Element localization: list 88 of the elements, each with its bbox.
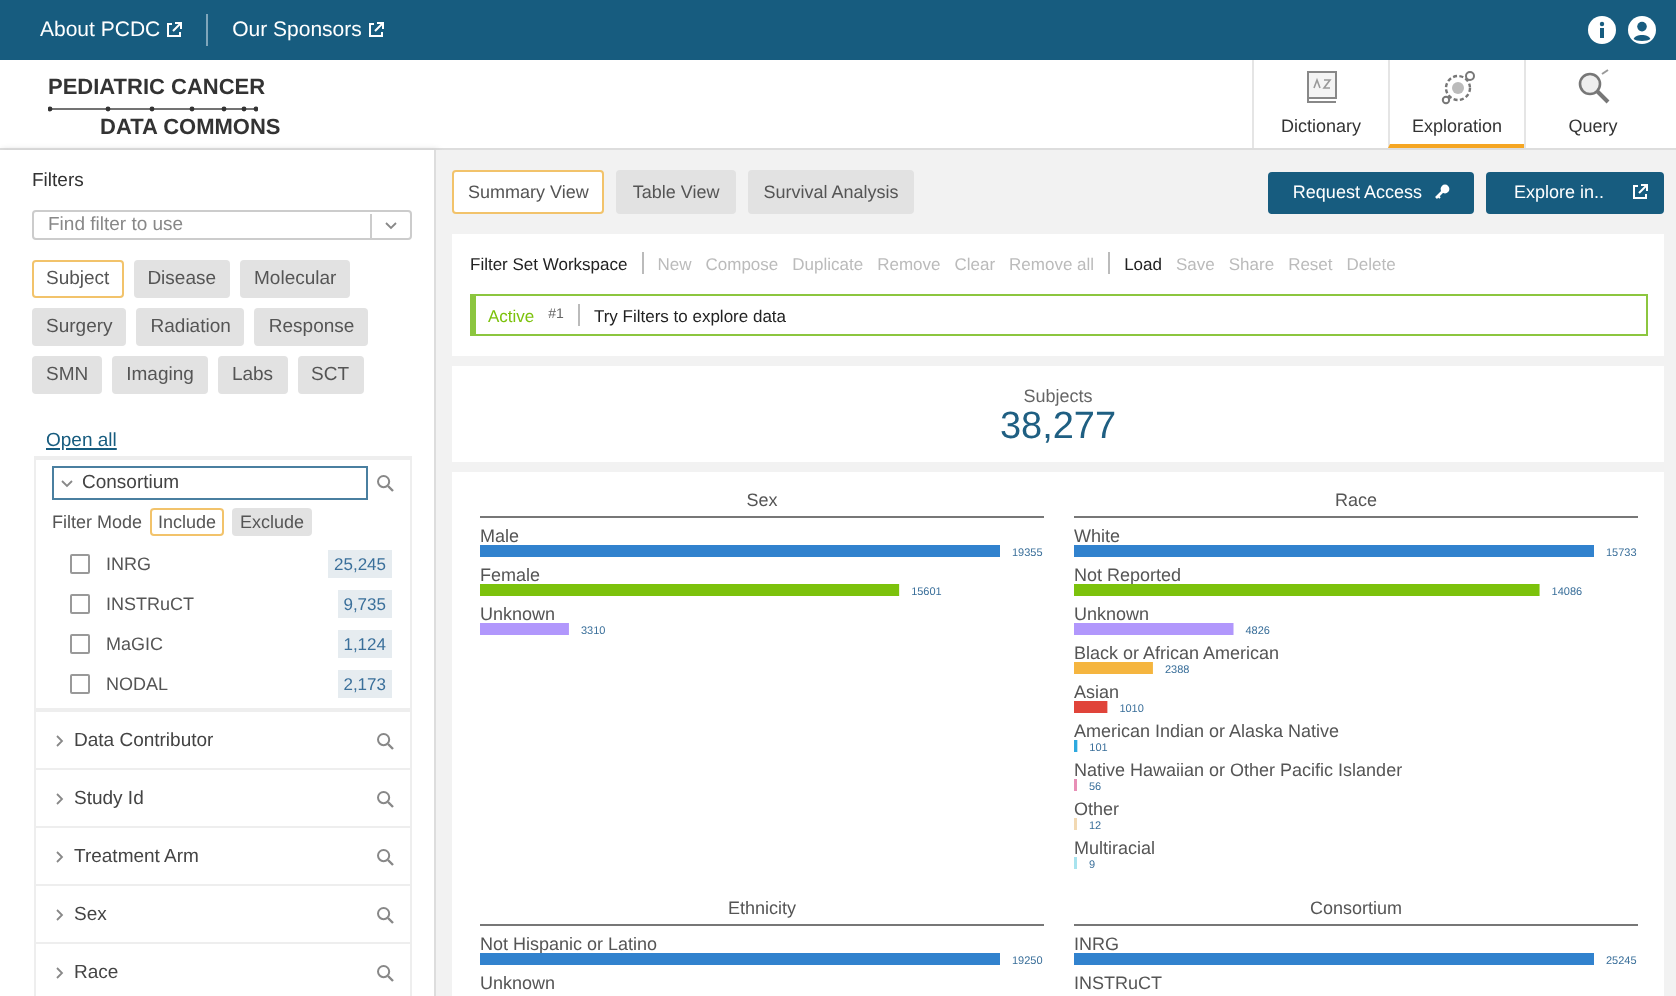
dotted-rule-icon — [48, 104, 258, 114]
category-label: Not Reported — [1074, 565, 1182, 585]
search-icon — [376, 963, 394, 981]
user-icon — [1628, 16, 1656, 44]
category-label: Multiracial — [1074, 838, 1156, 858]
search-icon — [376, 731, 394, 749]
filter-tab[interactable]: Subject — [32, 260, 124, 298]
checkbox[interactable] — [70, 594, 90, 614]
info-icon — [1588, 16, 1616, 44]
filter-label[interactable]: Treatment Arm — [74, 845, 368, 867]
count-badge: 1,124 — [337, 630, 392, 658]
action-button[interactable]: Explore in.. — [1485, 171, 1664, 213]
logo-text: PEDIATRIC CANCER — [48, 76, 268, 100]
category-label: Other — [1074, 799, 1120, 819]
filter-mode-label: Filter Mode — [52, 512, 143, 532]
category-label: Black or African American — [1074, 643, 1280, 663]
book-icon — [1301, 68, 1341, 108]
checkbox[interactable] — [70, 634, 90, 654]
category-label: INSTRuCT — [1074, 973, 1163, 993]
filter-tab[interactable]: Labs — [217, 356, 288, 394]
count-badge: 2,173 — [337, 670, 392, 698]
search-icon — [376, 847, 394, 865]
filter-set-text: Try Filters to explore data — [593, 305, 787, 325]
category-label: Unknown — [1074, 604, 1150, 624]
chevron-down-icon — [384, 218, 398, 232]
option-label: MaGIC — [106, 634, 166, 654]
filter-search-field[interactable]: Find filter to use — [34, 212, 358, 238]
filter-mode-option[interactable]: Include — [150, 508, 225, 536]
view-tab[interactable]: Survival Analysis — [747, 170, 915, 214]
count-badge: 25,245 — [328, 550, 392, 578]
category-label: Female — [480, 565, 541, 585]
chart-title: Race — [1335, 490, 1377, 510]
search-icon — [376, 789, 394, 807]
category-label: INRG — [1074, 934, 1119, 954]
view-tab[interactable]: Summary View — [452, 170, 605, 214]
top-link[interactable]: About PCDC — [40, 18, 183, 42]
filter-label[interactable]: Study Id — [74, 787, 368, 809]
category-label: American Indian or Alaska Native — [1074, 721, 1340, 741]
chart-title: Consortium — [1310, 898, 1402, 918]
filter-mode-option[interactable]: Exclude — [232, 508, 313, 536]
filter-tab[interactable]: Imaging — [112, 356, 208, 394]
summary-label: Subjects — [1023, 386, 1093, 406]
filter-tab[interactable]: SMN — [32, 356, 103, 394]
view-tab[interactable]: Table View — [616, 170, 736, 214]
chart-title: Ethnicity — [728, 898, 796, 918]
summary-count: 38,277 — [999, 406, 1117, 450]
category-label: Male — [480, 526, 520, 546]
option-label: NODAL — [106, 674, 171, 694]
search-icon — [376, 473, 394, 491]
top-link[interactable]: Our Sponsors — [232, 18, 384, 42]
category-label: Asian — [1074, 682, 1120, 702]
option-label: INRG — [106, 554, 153, 574]
open-all-link[interactable]: Open all — [46, 430, 117, 452]
filter-tab[interactable]: Radiation — [136, 308, 245, 346]
count-badge: 9,735 — [337, 590, 392, 618]
filter-tab[interactable]: Molecular — [240, 260, 351, 298]
sidebar-title: Filters — [32, 170, 86, 192]
filter-label[interactable]: Race — [74, 961, 368, 983]
chart-title: Sex — [746, 490, 778, 510]
filter-label[interactable]: Sex — [74, 903, 368, 925]
checkbox[interactable] — [70, 674, 90, 694]
search-icon — [1573, 68, 1613, 108]
category-label: Not Hispanic or Latino — [480, 934, 658, 954]
category-label: Native Hawaiian or Other Pacific Islander — [1074, 760, 1403, 780]
checkbox[interactable] — [70, 554, 90, 574]
category-label: Unknown — [480, 604, 556, 624]
key-icon — [1433, 184, 1450, 200]
nav-tab[interactable]: Exploration — [1388, 60, 1524, 148]
category-label: Unknown — [480, 973, 556, 993]
action-button[interactable]: Request Access — [1268, 171, 1474, 213]
option-label: INSTRuCT — [106, 594, 197, 614]
external-link-icon — [166, 22, 183, 38]
status-label: Active — [488, 305, 535, 325]
external-link-icon — [367, 22, 384, 38]
filter-header-field[interactable]: Consortium — [52, 465, 368, 499]
external-link-icon — [1632, 184, 1648, 200]
workspace-title: Filter Set Workspace — [470, 253, 628, 273]
workspace-action[interactable]: Load — [1124, 253, 1162, 273]
filter-tab[interactable]: Surgery — [32, 308, 127, 346]
filter-label[interactable]: Data Contributor — [74, 729, 368, 751]
filter-tab[interactable]: SCT — [297, 356, 364, 394]
filter-tab[interactable]: Response — [254, 308, 369, 346]
gears-icon — [1437, 68, 1477, 108]
filter-tab[interactable]: Disease — [133, 260, 231, 298]
filter-select-field[interactable]: Find filter to use — [32, 210, 412, 240]
category-label: White — [1074, 526, 1121, 546]
search-icon — [376, 905, 394, 923]
logo-text: DATA COMMONS — [98, 116, 281, 140]
